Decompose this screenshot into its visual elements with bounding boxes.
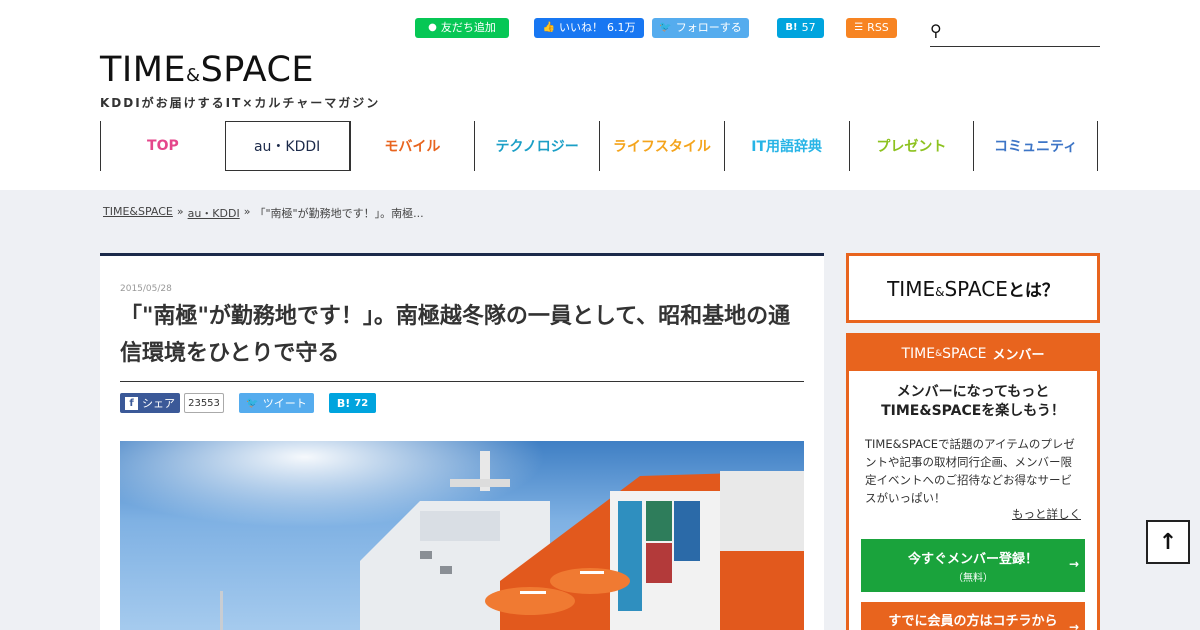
nav-item-community[interactable]: コミュニティ: [973, 121, 1098, 171]
about-time-space-link[interactable]: TIME&SPACEとは？: [846, 253, 1100, 323]
back-to-top-button[interactable]: ↑: [1146, 520, 1190, 564]
about-title-suffix: とは？: [1007, 280, 1059, 301]
member-more-link[interactable]: もっと詳しく: [1012, 506, 1081, 522]
site-logo[interactable]: TIME&SPACE KDDIがお届けするIT×カルチャーマガジン: [100, 50, 380, 111]
login-label: すでに会員の方はコチラから: [888, 614, 1058, 629]
icebreaker-ship-illustration: [120, 441, 804, 630]
nav-item-it-glossary[interactable]: IT用語辞典: [723, 121, 849, 171]
hatena-count: 57: [801, 21, 816, 34]
hatena-bookmark-button[interactable]: B! 57: [777, 18, 824, 38]
facebook-icon: f: [125, 396, 138, 410]
search-box: ⚲: [930, 18, 1100, 47]
nav-item-au-kddi[interactable]: au・KDDI: [224, 121, 350, 171]
site-header: ● 友だち追加 👍 いいね！ 6.1万 🐦 フォローする B! 57 ☰ RSS…: [0, 0, 1200, 190]
twitter-bird-icon: 🐦: [246, 397, 259, 409]
about-title: TIME&SPACEとは？: [887, 276, 1059, 301]
logo-tagline: KDDIがお届けするIT×カルチャーマガジン: [100, 96, 381, 110]
member-panel-header: TIME & SPACE メンバー: [849, 336, 1097, 371]
member-lead: メンバーになってもっと TIME&SPACEを楽しもう！: [849, 383, 1097, 421]
register-label: 今すぐメンバー登録！: [907, 552, 1038, 567]
nav-label: モバイル: [384, 139, 441, 155]
register-sub-label: （無料）: [953, 573, 993, 584]
member-lead-line-1: メンバーになってもっと: [896, 384, 1050, 400]
hatena-share-button[interactable]: B! 72: [329, 393, 376, 413]
search-input[interactable]: [952, 22, 1097, 42]
logo-space: SPACE: [200, 50, 315, 90]
nav-label: ライフスタイル: [612, 139, 711, 155]
facebook-share-label: シェア: [142, 397, 175, 410]
nav-label: プレゼント: [876, 139, 947, 155]
facebook-like-count: 6.1万: [606, 21, 636, 34]
rss-label: RSS: [867, 21, 889, 34]
member-lead-line-2: TIME&SPACEを楽しもう！: [881, 403, 1065, 419]
article-date: 2015/05/28: [120, 284, 172, 294]
breadcrumb-home-link[interactable]: TIME&SPACE: [103, 205, 173, 221]
tweet-button[interactable]: 🐦 ツイート: [239, 393, 314, 413]
logo-wordmark: TIME&SPACE: [100, 50, 380, 96]
hatena-icon: B!: [785, 22, 798, 33]
twitter-follow-button[interactable]: 🐦 フォローする: [652, 18, 749, 38]
about-title-space: SPACE: [944, 276, 1008, 301]
arrow-right-icon: →: [1068, 557, 1079, 571]
nav-item-present[interactable]: プレゼント: [848, 121, 974, 171]
main-nav: TOP au・KDDI モバイル テクノロジー ライフスタイル IT用語辞典 プ…: [100, 121, 1098, 171]
nav-label: IT用語辞典: [751, 139, 822, 155]
line-icon: ●: [428, 22, 437, 33]
nav-item-top[interactable]: TOP: [100, 121, 225, 171]
logo-amp: &: [186, 65, 201, 86]
article-title: 「"南極"が勤務地です！」。南極越冬隊の一員として、昭和基地の通信環境をひとりで…: [120, 304, 791, 366]
nav-label: コミュニティ: [994, 139, 1078, 155]
member-head-suffix: メンバー: [992, 348, 1045, 363]
facebook-share-button[interactable]: f シェア: [120, 393, 180, 413]
facebook-like-label: いいね！: [558, 21, 603, 34]
member-login-button[interactable]: すでに会員の方はコチラから →: [861, 602, 1085, 630]
nav-label: au・KDDI: [253, 139, 321, 155]
logo-time: TIME: [100, 50, 187, 90]
article-hero-image: [120, 441, 804, 630]
member-head-amp: &: [935, 348, 943, 359]
line-add-friend-button[interactable]: ● 友だち追加: [415, 18, 509, 38]
member-head-time: TIME: [901, 345, 936, 362]
rss-icon: ☰: [854, 22, 864, 33]
nav-item-mobile[interactable]: モバイル: [349, 121, 475, 171]
line-add-friend-label: 友だち追加: [440, 21, 496, 34]
breadcrumb-separator: »: [243, 205, 251, 218]
twitter-bird-icon: 🐦: [659, 22, 672, 33]
arrow-right-icon: →: [1068, 620, 1079, 630]
breadcrumb-category-link[interactable]: au・KDDI: [188, 205, 240, 221]
member-panel: TIME & SPACE メンバー メンバーになってもっと TIME&SPACEを楽し…: [846, 333, 1100, 630]
nav-item-lifestyle[interactable]: ライフスタイル: [599, 121, 724, 171]
rss-button[interactable]: ☰ RSS: [846, 18, 897, 38]
arrow-up-icon: ↑: [1158, 529, 1178, 555]
facebook-share-count: 23553: [184, 393, 224, 413]
twitter-follow-label: フォローする: [675, 21, 742, 34]
thumbs-up-icon: 👍: [542, 22, 555, 33]
nav-label: TOP: [147, 138, 179, 154]
breadcrumb-current: 「"南極"が勤務地です！」。南極...: [254, 207, 424, 220]
article-card: 2015/05/28 「"南極"が勤務地です！」。南極越冬隊の一員として、昭和基…: [100, 253, 824, 630]
tweet-label: ツイート: [262, 397, 307, 410]
member-head-space: SPACE: [942, 345, 987, 362]
hatena-share-count: 72: [354, 397, 369, 409]
register-member-button[interactable]: 今すぐメンバー登録！ （無料） →: [861, 539, 1085, 592]
facebook-share-count-value: 23553: [188, 397, 220, 409]
title-divider: [120, 381, 804, 382]
nav-label: テクノロジー: [495, 139, 579, 155]
search-icon[interactable]: ⚲: [930, 21, 942, 40]
breadcrumb: TIME&SPACE » au・KDDI » 「"南極"が勤務地です！」。南極.…: [103, 205, 424, 221]
hatena-icon: B!: [336, 396, 351, 410]
nav-item-technology[interactable]: テクノロジー: [474, 121, 599, 171]
facebook-like-button[interactable]: 👍 いいね！ 6.1万: [534, 18, 644, 38]
member-description: TIME&SPACEで話題のアイテムのプレゼントや記事の取材同行企画、メンバー限…: [865, 437, 1075, 505]
breadcrumb-separator: »: [176, 205, 184, 218]
about-title-time: TIME: [887, 276, 936, 301]
